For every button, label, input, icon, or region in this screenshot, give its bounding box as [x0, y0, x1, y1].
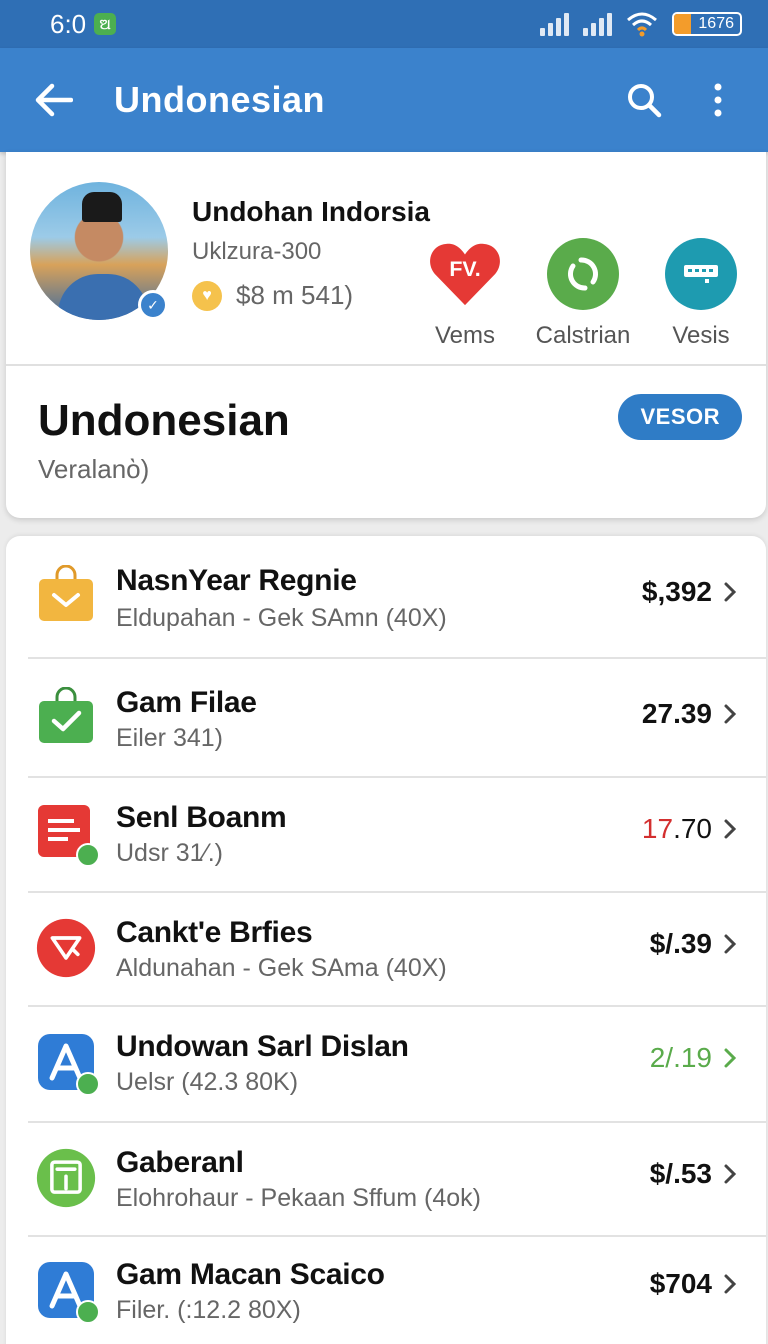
battery-icon: 1676: [672, 12, 742, 36]
item-amount: 2/.19: [649, 1042, 712, 1073]
signal-2-icon: [583, 12, 612, 36]
chevron-right-icon: [724, 1164, 737, 1184]
item-subtitle: Uelsr (42.3 80K): [116, 1068, 299, 1096]
chevron-right-icon: [724, 582, 737, 602]
item-amount: 27.39: [641, 698, 712, 729]
section-subtitle: Veralanὸ): [38, 454, 150, 484]
balance-value: $8 m 541): [236, 280, 354, 310]
app-bar: Undonesian: [0, 48, 768, 152]
notification-app-icon: ଅ: [94, 13, 117, 35]
quick-action-label: Vesis: [672, 322, 730, 349]
badge-icon: [76, 1072, 100, 1096]
check-bag-icon: [36, 686, 96, 746]
badge-icon: [76, 843, 100, 867]
profile-balance: ♥ $8 m 541): [192, 280, 353, 311]
item-title: Gam Filae: [116, 686, 257, 719]
vesor-button[interactable]: VESOR: [618, 394, 742, 440]
quick-action-vesis[interactable]: Vesis: [646, 238, 756, 350]
list-item[interactable]: Senl Boanm Udsr 31⁄.) 17.70: [6, 777, 766, 892]
profile-name: Undohan Indorsia: [192, 196, 430, 227]
verified-badge-icon: ✓: [138, 290, 168, 320]
section-title: Undonesian: [38, 396, 290, 445]
app-store-icon: [36, 1032, 100, 1096]
item-subtitle: Eldupahan - Gek SAmn (40X): [116, 604, 447, 632]
item-amount: $/.39: [649, 928, 712, 959]
back-button[interactable]: [32, 78, 76, 122]
heart-coin-icon: ♥: [192, 280, 222, 311]
card-icon: [665, 238, 737, 310]
item-subtitle: Eiler 341): [116, 724, 223, 752]
kiosk-icon: [36, 1148, 96, 1208]
shopping-bag-icon: [36, 564, 96, 624]
tag-icon: [36, 918, 96, 978]
battery-text: 1676: [698, 15, 734, 32]
search-button[interactable]: [622, 78, 666, 122]
list-item[interactable]: Cankt'e Brfies Aldunahan - Gek SAma (40X…: [6, 892, 766, 1006]
list-item[interactable]: NasnYear Regnie Eldupahan - Gek SAmn (40…: [6, 536, 766, 658]
chevron-right-icon: [724, 934, 737, 954]
chevron-right-icon: [724, 704, 737, 724]
more-vert-icon: [714, 83, 722, 117]
badge-icon: [76, 1300, 100, 1324]
item-title: Gam Macan Scaico: [116, 1258, 385, 1291]
status-left: 6:0 ଅ: [50, 8, 117, 40]
transaction-list: NasnYear Regnie Eldupahan - Gek SAmn (40…: [6, 536, 766, 1344]
item-title: Gaberanl: [116, 1146, 244, 1179]
quick-action-label: Calstrian: [535, 322, 631, 349]
item-title: Undowan Sarl Dislan: [116, 1030, 409, 1063]
document-icon: [36, 803, 100, 867]
quick-action-label: Vems: [434, 322, 496, 349]
list-item[interactable]: Undowan Sarl Dislan Uelsr (42.3 80K) 2/.…: [6, 1006, 766, 1121]
amount-rest: .70: [673, 813, 712, 844]
status-time: 6:0: [50, 8, 87, 39]
page-title: Undonesian: [114, 79, 326, 120]
item-subtitle: Filer. (:12.2 80X): [116, 1296, 301, 1324]
item-subtitle: Udsr 31⁄.): [116, 839, 223, 867]
app-store-icon: [36, 1260, 100, 1324]
amount-highlight: 17: [641, 813, 674, 844]
item-title: Cankt'e Brfies: [116, 916, 313, 949]
divider: [6, 364, 766, 366]
chevron-right-icon: [724, 819, 737, 839]
status-right: 1676: [540, 11, 742, 37]
search-icon: [628, 84, 662, 118]
list-item[interactable]: Gam Macan Scaico Filer. (:12.2 80X) $704: [6, 1236, 766, 1344]
item-amount: $,392: [641, 576, 712, 607]
heart-icon: FV.: [429, 238, 501, 310]
list-item[interactable]: Gam Filae Eiler 341) 27.39: [6, 658, 766, 776]
item-amount: $/.53: [649, 1158, 712, 1189]
list-item[interactable]: Gaberanl Elohrohaur - Pekaan Sffum (4ok)…: [6, 1122, 766, 1236]
profile-subtitle: Uklzura-300: [192, 238, 322, 265]
back-arrow-icon: [35, 83, 73, 117]
item-amount: $704: [649, 1268, 712, 1299]
refresh-icon: [547, 238, 619, 310]
svg-text:FV.: FV.: [449, 257, 480, 281]
chevron-right-icon: [724, 1274, 737, 1294]
wifi-icon: [627, 12, 657, 37]
quick-action-calstrian[interactable]: Calstrian: [528, 238, 638, 350]
signal-icon: [540, 12, 569, 36]
item-title: Senl Boanm: [116, 801, 287, 834]
item-subtitle: Aldunahan - Gek SAma (40X): [116, 954, 447, 982]
more-options-button[interactable]: [696, 78, 740, 122]
quick-action-vems[interactable]: FV. Vems: [410, 238, 520, 350]
item-title: NasnYear Regnie: [116, 564, 357, 597]
item-amount: 17.70: [642, 813, 712, 845]
status-bar: 6:0 ଅ 1676: [0, 0, 768, 48]
profile-card: ✓ Undohan Indorsia Uklzura-300 ♥ $8 m 54…: [6, 152, 766, 518]
chevron-right-icon: [724, 1048, 737, 1068]
item-subtitle: Elohrohaur - Pekaan Sffum (4ok): [116, 1184, 482, 1212]
